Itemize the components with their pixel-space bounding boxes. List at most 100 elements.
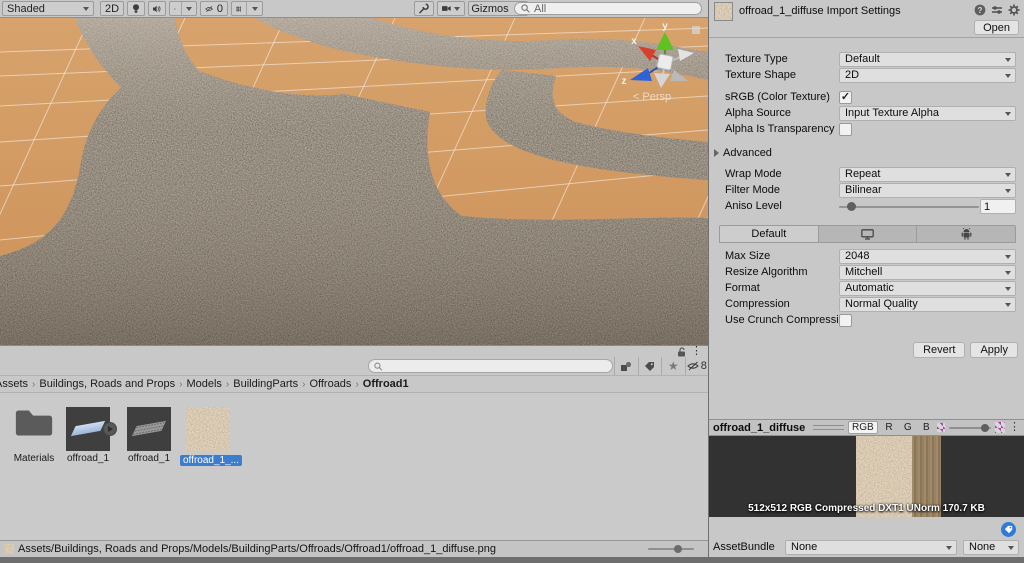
alpha-source-dropdown[interactable]: Input Texture Alpha — [839, 106, 1016, 121]
channel-rgb-button[interactable]: RGB — [848, 421, 878, 434]
wrap-mode-dropdown[interactable]: Repeat — [839, 167, 1016, 182]
project-toolbar: ★ 8 — [0, 357, 708, 375]
chevron-down-icon — [1005, 287, 1011, 291]
chevron-down-icon — [252, 6, 258, 11]
assetbundle-dropdown[interactable]: None — [785, 540, 957, 555]
chevron-down-icon — [1005, 74, 1011, 78]
tab-android-platform[interactable] — [917, 226, 1015, 242]
aniso-slider-knob[interactable] — [847, 202, 856, 211]
scene-viewport[interactable]: y x z < Persp — [0, 18, 708, 345]
compression-row: Compression Normal Quality — [709, 297, 1024, 313]
preview-header[interactable]: offroad_1_diffuse RGB R G B ⋮ — [709, 419, 1024, 436]
favorites-button[interactable]: ★ — [662, 357, 686, 375]
project-menu-icon[interactable]: ⋮ — [691, 346, 702, 357]
open-button[interactable]: Open — [974, 20, 1019, 35]
asset-labels-button[interactable] — [1001, 522, 1016, 537]
format-value: Automatic — [845, 282, 894, 294]
eye-hidden-icon — [686, 361, 699, 371]
effects-sparkle-icon — [174, 7, 176, 10]
scene-grid-dropdown[interactable] — [231, 1, 263, 16]
aniso-value-field[interactable]: 1 — [980, 199, 1016, 214]
preview-menu-icon[interactable]: ⋮ — [1009, 422, 1020, 433]
advanced-foldout-row: Advanced — [709, 146, 1024, 162]
wrap-mode-row: Wrap Mode Repeat — [709, 167, 1024, 183]
scene-search-field[interactable]: All — [514, 2, 702, 15]
scene-audio-button[interactable] — [148, 1, 166, 16]
breadcrumb-item-current[interactable]: Offroad1 — [361, 378, 411, 390]
asset-item-materials-folder[interactable]: Materials — [6, 403, 62, 464]
tab-standalone-platform[interactable] — [818, 226, 918, 242]
asset-item-model[interactable]: offroad_1 — [60, 403, 117, 464]
eye-hidden-icon — [205, 5, 214, 12]
persp-label[interactable]: < Persp — [633, 91, 671, 103]
breadcrumb-item[interactable]: Assets — [0, 378, 30, 390]
apply-label: Apply — [980, 344, 1008, 356]
compression-dropdown[interactable]: Normal Quality — [839, 297, 1016, 312]
project-search-input[interactable] — [385, 359, 607, 373]
breadcrumb-item[interactable]: Offroads — [307, 378, 353, 390]
filter-mode-dropdown[interactable]: Bilinear — [839, 183, 1016, 198]
channel-g-button[interactable]: G — [900, 421, 915, 434]
channel-b-button[interactable]: B — [919, 421, 933, 434]
hidden-packages-toggle[interactable]: 8 — [686, 357, 709, 375]
texture-preview-area[interactable]: 512x512 RGB Compressed DXT1 UNorm 170.7 … — [709, 436, 1024, 517]
unlock-icon[interactable] — [677, 347, 686, 357]
drag-handle[interactable] — [813, 425, 845, 430]
aniso-slider-track[interactable] — [839, 206, 979, 208]
breadcrumb-item[interactable]: BuildingParts — [231, 378, 300, 390]
asset-item-texture-selected[interactable]: offroad_1_... — [180, 403, 242, 466]
texture-type-dropdown[interactable]: Default — [839, 52, 1016, 67]
breadcrumb-item[interactable]: Models — [184, 378, 223, 390]
asset-item-mesh[interactable]: offroad_1 — [121, 403, 177, 464]
alpha-source-value: Input Texture Alpha — [845, 107, 939, 119]
apply-button[interactable]: Apply — [970, 342, 1018, 358]
shading-mode-label: Shaded — [7, 2, 45, 15]
revert-button[interactable]: Revert — [913, 342, 966, 358]
breadcrumb-separator: › — [355, 378, 359, 390]
shading-mode-dropdown[interactable]: Shaded — [2, 1, 94, 16]
channel-r-button[interactable]: R — [882, 421, 897, 434]
advanced-foldout[interactable]: Advanced — [714, 147, 772, 159]
mip-level-slider[interactable] — [949, 423, 992, 432]
toggle-2d-button[interactable]: 2D — [100, 1, 124, 16]
scene-lighting-button[interactable] — [127, 1, 145, 16]
scene-effects-dropdown[interactable] — [169, 1, 197, 16]
gizmo-center-cube[interactable] — [656, 53, 674, 71]
project-search-field[interactable] — [368, 359, 613, 373]
check-icon: ✓ — [840, 91, 851, 103]
tab-default-platform[interactable]: Default — [720, 226, 819, 242]
search-by-type-button[interactable] — [615, 357, 639, 375]
help-icon[interactable]: ? — [974, 4, 986, 16]
format-dropdown[interactable]: Automatic — [839, 281, 1016, 296]
model-thumbnail — [66, 407, 117, 451]
hidden-packages-count: 8 — [700, 360, 707, 372]
speaker-icon — [153, 5, 161, 12]
texture-shape-dropdown[interactable]: 2D — [839, 68, 1016, 83]
format-row: Format Automatic — [709, 281, 1024, 297]
scene-camera-dropdown[interactable] — [437, 1, 465, 16]
max-size-label: Max Size — [725, 250, 771, 262]
alpha-transparency-checkbox[interactable] — [839, 123, 852, 136]
chevron-down-icon — [1008, 546, 1014, 550]
expand-model-badge[interactable] — [103, 422, 117, 436]
assetbundle-variant-dropdown[interactable]: None — [963, 540, 1019, 555]
scene-search-value: All — [534, 2, 547, 15]
scene-visibility-button[interactable]: 0 — [200, 1, 228, 16]
resize-algorithm-dropdown[interactable]: Mitchell — [839, 265, 1016, 280]
label-tag-icon — [645, 361, 655, 371]
search-by-label-button[interactable] — [639, 357, 662, 375]
compression-label: Compression — [725, 298, 790, 310]
presets-icon[interactable] — [991, 4, 1003, 16]
thumbnail-zoom-slider[interactable] — [648, 545, 694, 553]
monitor-icon — [861, 228, 874, 240]
gear-icon[interactable] — [1008, 4, 1020, 16]
max-size-dropdown[interactable]: 2048 — [839, 249, 1016, 264]
srgb-checkbox[interactable]: ✓ — [839, 91, 852, 104]
crunch-compression-checkbox[interactable] — [839, 314, 852, 327]
scene-tools-button[interactable] — [414, 1, 434, 16]
scene-lock-icon[interactable] — [692, 26, 700, 34]
project-content-grid[interactable]: Materials offroad_1 offroad_1 offroad_1_… — [0, 393, 708, 541]
breadcrumb-item[interactable]: Buildings, Roads and Props — [37, 378, 177, 390]
foldout-arrow-icon — [714, 149, 719, 157]
inspector-header: offroad_1_diffuse Import Settings ? Open — [709, 0, 1024, 38]
